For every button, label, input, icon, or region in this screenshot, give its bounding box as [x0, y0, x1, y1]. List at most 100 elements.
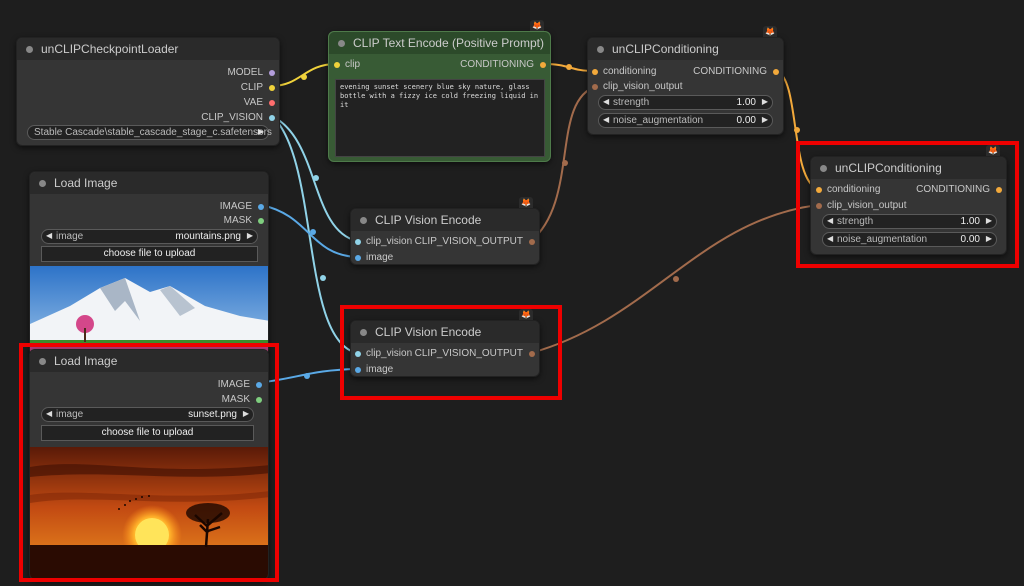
unclip-conditioning-node-2[interactable]: 🦊 unCLIPConditioning conditioning clip_v… [810, 145, 1007, 255]
ckpt-name-selector[interactable]: Stable Cascade\stable_cascade_stage_c.sa… [27, 125, 272, 140]
output-conditioning-port[interactable] [996, 187, 1002, 193]
input-clip-vision-port[interactable] [355, 351, 361, 357]
right-arrow-icon[interactable]: ▶ [762, 97, 768, 106]
clip-vision-encode-node-2[interactable]: 🦊 CLIP Vision Encode clip_vision image C… [350, 309, 540, 377]
collapse-dot-icon[interactable] [597, 46, 604, 53]
output-clip-vision-output-label: CLIP_VISION_OUTPUT [414, 236, 523, 247]
left-arrow-icon[interactable]: ◀ [603, 115, 609, 124]
input-clip-vision-output-label: clip_vision_output [827, 200, 907, 211]
choose-file-button[interactable]: choose file to upload [41, 246, 258, 262]
node-title-bar[interactable]: CLIP Vision Encode [351, 321, 539, 343]
prompt-textarea[interactable]: evening sunset scenery blue sky nature, … [335, 79, 545, 157]
node-title-bar[interactable]: CLIP Text Encode (Positive Prompt) [329, 32, 550, 54]
output-clip-vision-output-port[interactable] [529, 351, 535, 357]
strength-slider[interactable]: ◀ strength 1.00 ▶ [598, 95, 773, 110]
left-arrow-icon[interactable]: ◀ [827, 216, 833, 225]
right-arrow-icon[interactable]: ▶ [762, 115, 768, 124]
strength-slider[interactable]: ◀ strength 1.00 ▶ [822, 214, 997, 229]
input-clip-label: clip [345, 59, 361, 70]
input-image-port[interactable] [355, 367, 361, 373]
node-title-bar[interactable]: unCLIPCheckpointLoader [17, 38, 279, 60]
mountains-image-preview [30, 266, 268, 355]
node-title-bar[interactable]: unCLIPConditioning [811, 157, 1006, 179]
output-conditioning-port[interactable] [773, 69, 779, 75]
output-vae-port[interactable] [269, 100, 275, 106]
right-arrow-icon[interactable]: ▶ [258, 127, 264, 136]
output-model-label: MODEL [227, 67, 263, 78]
output-clip-vision-port[interactable] [269, 115, 275, 121]
output-image-port[interactable] [258, 204, 264, 210]
input-image-port[interactable] [355, 255, 361, 261]
output-mask-port[interactable] [258, 218, 264, 224]
right-arrow-icon[interactable]: ▶ [986, 234, 992, 243]
choose-file-button[interactable]: choose file to upload [41, 425, 254, 441]
input-conditioning-label: conditioning [603, 66, 657, 77]
output-image-label: IMAGE [219, 201, 252, 212]
node-title-bar[interactable]: unCLIPConditioning [588, 38, 783, 60]
clip-text-encode-node[interactable]: 🦊 CLIP Text Encode (Positive Prompt) cli… [328, 20, 551, 162]
node-title-bar[interactable]: Load Image [30, 172, 268, 194]
strength-value: 1.00 [736, 97, 756, 108]
output-clip-port[interactable] [269, 85, 275, 91]
right-arrow-icon[interactable]: ▶ [247, 231, 253, 240]
collapse-dot-icon[interactable] [360, 329, 367, 336]
input-clip-port[interactable] [334, 62, 340, 68]
image-label: image [56, 409, 84, 420]
node-title-bar[interactable]: CLIP Vision Encode [351, 209, 539, 231]
left-arrow-icon[interactable]: ◀ [46, 409, 52, 418]
node-title-bar[interactable]: Load Image [30, 350, 268, 372]
noise-augmentation-slider[interactable]: ◀ noise_augmentation 0.00 ▶ [598, 113, 773, 128]
collapse-dot-icon[interactable] [360, 217, 367, 224]
output-mask-port[interactable] [256, 397, 262, 403]
left-arrow-icon[interactable]: ◀ [827, 234, 833, 243]
right-arrow-icon[interactable]: ▶ [243, 409, 249, 418]
input-image-label: image [366, 364, 394, 375]
clip-vision-encode-node-1[interactable]: 🦊 CLIP Vision Encode clip_vision image C… [350, 197, 540, 265]
unclip-conditioning-node-1[interactable]: 🦊 unCLIPConditioning conditioning clip_v… [587, 26, 784, 135]
collapse-dot-icon[interactable] [820, 165, 827, 172]
noise-augmentation-value: 0.00 [736, 115, 756, 126]
node-title: Load Image [54, 354, 118, 368]
collapse-dot-icon[interactable] [39, 358, 46, 365]
output-image-label: IMAGE [217, 379, 250, 390]
input-conditioning-port[interactable] [816, 187, 822, 193]
output-clip-vision-output-port[interactable] [529, 239, 535, 245]
fox-badge-icon: 🦊 [519, 197, 533, 208]
output-conditioning-label: CONDITIONING [693, 66, 767, 77]
load-image-node-1[interactable]: 🦊 Load Image IMAGE MASK ◀ image mountain… [29, 171, 269, 356]
input-conditioning-port[interactable] [592, 69, 598, 75]
image-value: mountains.png [175, 231, 241, 242]
checkpoint-loader-node[interactable]: unCLIPCheckpointLoader MODEL CLIP VAE CL… [16, 37, 280, 146]
input-clip-vision-output-port[interactable] [592, 84, 598, 90]
node-title: unCLIPConditioning [612, 42, 719, 56]
fox-badge-icon: 🦊 [986, 145, 1000, 156]
left-arrow-icon[interactable]: ◀ [46, 231, 52, 240]
fox-badge-icon: 🦊 [763, 26, 777, 37]
strength-label: strength [837, 216, 874, 227]
input-clip-vision-port[interactable] [355, 239, 361, 245]
input-clip-vision-label: clip_vision [366, 348, 413, 359]
output-clip-label: CLIP [240, 82, 263, 93]
noise-augmentation-slider[interactable]: ◀ noise_augmentation 0.00 ▶ [822, 232, 997, 247]
output-image-port[interactable] [256, 382, 262, 388]
output-conditioning-label: CONDITIONING [460, 59, 534, 70]
output-conditioning-port[interactable] [540, 62, 546, 68]
node-title: unCLIPCheckpointLoader [41, 42, 179, 56]
input-clip-vision-label: clip_vision [366, 236, 413, 247]
collapse-dot-icon[interactable] [26, 46, 33, 53]
fox-badge-icon: 🦊 [530, 20, 544, 31]
node-title: CLIP Vision Encode [375, 325, 482, 339]
output-model-port[interactable] [269, 70, 275, 76]
node-title: CLIP Vision Encode [375, 213, 482, 227]
input-conditioning-label: conditioning [827, 184, 881, 195]
right-arrow-icon[interactable]: ▶ [986, 216, 992, 225]
input-clip-vision-output-port[interactable] [816, 203, 822, 209]
collapse-dot-icon[interactable] [338, 40, 345, 47]
image-selector[interactable]: ◀ image sunset.png ▶ [41, 407, 254, 422]
collapse-dot-icon[interactable] [39, 180, 46, 187]
output-mask-label: MASK [223, 215, 252, 226]
node-title: CLIP Text Encode (Positive Prompt) [353, 36, 544, 50]
image-selector[interactable]: ◀ image mountains.png ▶ [41, 229, 258, 244]
left-arrow-icon[interactable]: ◀ [603, 97, 609, 106]
load-image-node-2[interactable]: 🦊 Load Image IMAGE MASK ◀ image sunset.p… [29, 349, 269, 580]
